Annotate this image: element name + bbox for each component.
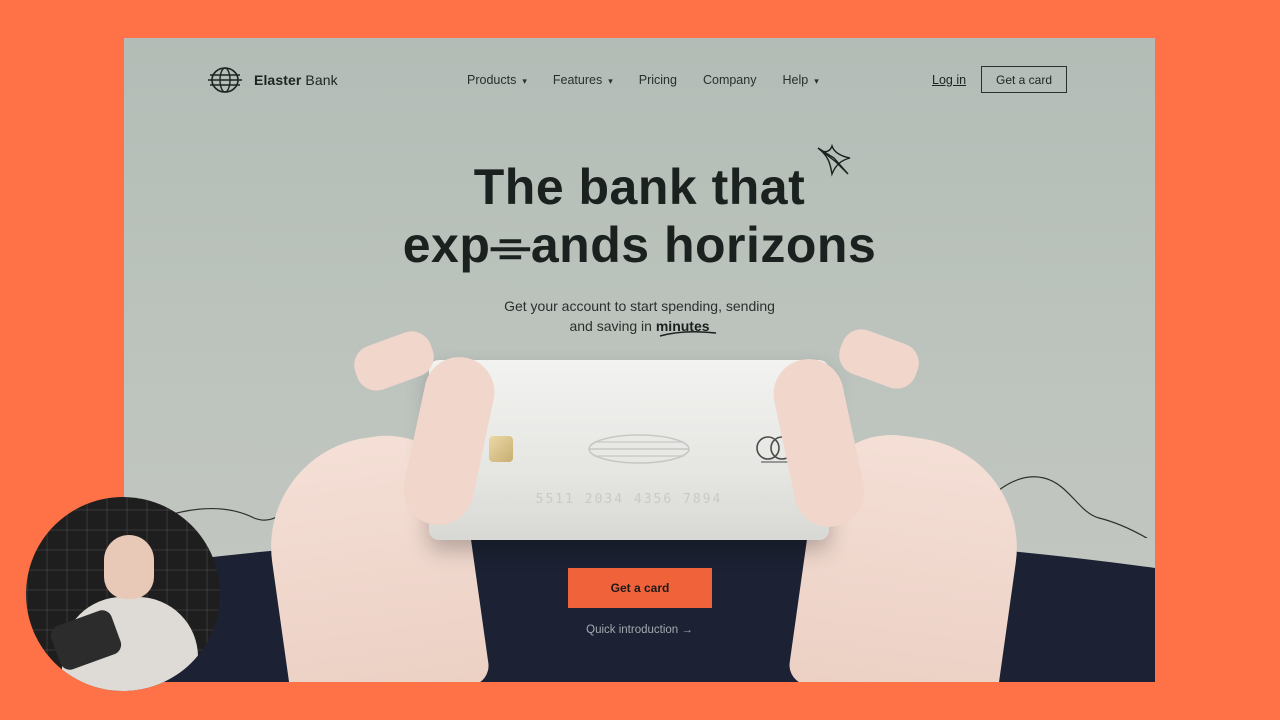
quick-introduction-link[interactable]: Quick introduction → xyxy=(124,624,1155,636)
hero-subtitle: Get your account to start spending, send… xyxy=(124,296,1155,336)
brand-name-bold: Elaster xyxy=(254,72,302,88)
website-viewport: Elaster Bank Products ▾ Features ▾ Prici… xyxy=(124,38,1155,682)
nav-label: Products xyxy=(467,73,517,87)
login-link[interactable]: Log in xyxy=(932,73,966,87)
nav-label: Company xyxy=(702,73,757,87)
nav-item-company[interactable]: Company xyxy=(703,73,757,87)
brand-name: Elaster Bank xyxy=(254,72,338,88)
chevron-down-icon: ▾ xyxy=(522,75,527,86)
nav-item-pricing[interactable]: Pricing xyxy=(639,73,677,87)
nav-item-features[interactable]: Features ▾ xyxy=(553,73,613,87)
nav-item-products[interactable]: Products ▾ xyxy=(467,73,527,87)
webcam-overlay xyxy=(26,497,220,691)
subtitle-line-1: Get your account to start spending, send… xyxy=(504,298,775,314)
nav-label: Pricing xyxy=(638,73,677,87)
main-nav: Products ▾ Features ▾ Pricing Company He… xyxy=(467,73,819,87)
brand-logo[interactable]: Elaster Bank xyxy=(208,66,338,94)
nav-item-help[interactable]: Help ▾ xyxy=(782,73,818,87)
globe-logo-icon xyxy=(208,67,242,93)
subtitle-prefix: and saving in xyxy=(569,318,656,334)
chevron-down-icon: ▾ xyxy=(608,75,613,86)
card-chip-icon xyxy=(489,436,513,462)
highlight-underline xyxy=(659,331,717,337)
brand-name-light: Bank xyxy=(301,72,338,88)
chevron-down-icon: ▾ xyxy=(814,75,819,86)
card-globe-icon xyxy=(588,434,690,464)
headline-line-1: The bank that xyxy=(473,159,806,215)
subtitle-line-2: and saving in minutes xyxy=(124,316,1155,336)
hero-headline: The bank that exp⌯ands horizons xyxy=(124,158,1155,274)
presenter-head xyxy=(104,535,154,599)
card-number: 5511 2034 4356 7894 xyxy=(535,492,723,507)
get-card-button[interactable]: Get a card xyxy=(568,568,712,608)
headline-line-2: exp⌯ands horizons xyxy=(402,217,877,273)
header-get-card-button[interactable]: Get a card xyxy=(981,66,1067,93)
nav-label: Features xyxy=(552,73,603,87)
nav-label: Help xyxy=(782,73,809,87)
